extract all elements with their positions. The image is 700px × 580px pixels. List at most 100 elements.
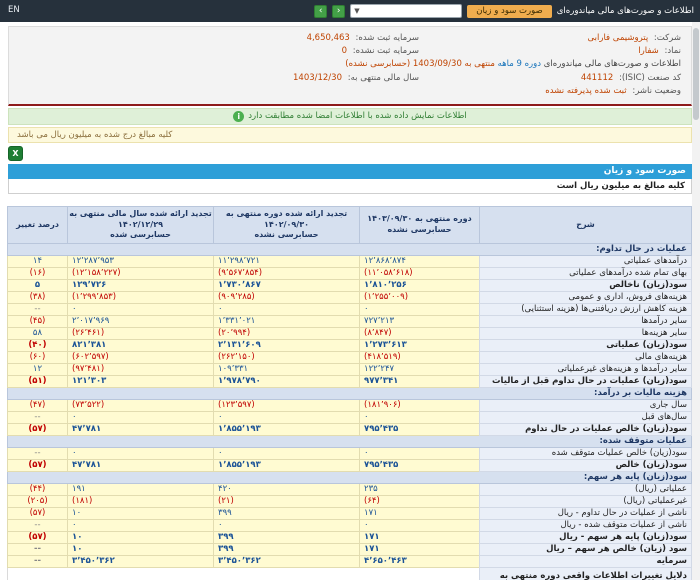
isic-label: کد صنعت (ISIC): [618, 72, 681, 83]
value-cell: (۲۰۵) [7, 495, 68, 509]
cell-value: ۲٬۰۱۷٬۹۶۹ [72, 316, 110, 327]
value-cell: (۱۲۳٬۵۹۷) [213, 399, 360, 413]
prev-statement-button[interactable]: ‹ [332, 4, 346, 18]
language-toggle[interactable]: EN [8, 5, 20, 15]
value-cell: (۸٬۸۴۷) [359, 327, 480, 341]
cell-value: (۲۶۲٬۱۵۰) [218, 352, 255, 363]
value-cell: (۲۶٬۴۶۱) [67, 327, 214, 341]
value-cell: ۱٬۲۷۳٬۶۱۳ [359, 339, 480, 353]
value-cell: ۲٬۰۱۷٬۹۶۹ [67, 315, 214, 329]
registered-capital-label: سرمایه ثبت شده: [355, 33, 419, 43]
value-cell: ۰ [213, 447, 360, 461]
value-cell: ۱۷۱ [359, 531, 480, 545]
cell-value: (۵۱) [28, 376, 47, 387]
symbol-label: نماد: [664, 46, 681, 57]
value-cell: ۴۷٬۷۸۱ [67, 459, 214, 473]
row-label: هزینه‌های مالی [479, 351, 692, 365]
row-label: سود(زیان) عملیات در حال تداوم قبل از مال… [479, 375, 692, 389]
value-cell: (۱٬۲۵۵٬۰۰۹) [359, 291, 480, 305]
value-cell: ۵ [7, 279, 68, 293]
table-row: سود (زیان) خالص هر سهم – ریال ۱۷۱ ۳۹۹ ۱۰ -- [7, 543, 692, 557]
table-row: سرمایه ۴٬۶۵۰٬۴۶۳ ۳٬۴۵۰٬۳۶۲ ۳٬۴۵۰٬۳۶۲ -- [7, 555, 692, 569]
cell-value: ۰ [218, 520, 223, 531]
value-cell: ۹۷۷٬۳۴۱ [359, 375, 480, 389]
cell-value: -- [34, 448, 41, 459]
value-cell: (۶۴) [359, 495, 480, 509]
value-cell: ۰ [67, 519, 214, 533]
table-row: سال جاری (۱۸۱٬۹۰۶) (۱۲۳٬۵۹۷) (۷۳٬۵۲۲) (۴۷) [7, 399, 692, 413]
value-cell: (۲۶۲٬۱۵۰) [213, 351, 360, 365]
value-cell: (۴۵) [7, 315, 68, 329]
cell-value: ۱۰۹٬۳۳۱ [218, 364, 249, 375]
statement-type-chip[interactable]: صورت سود و زیان [467, 4, 552, 18]
report-period: دوره 9 ماهه [497, 59, 542, 70]
value-cell: ۰ [359, 447, 480, 461]
chevron-down-icon: ▼ [354, 7, 360, 15]
cell-value: ۱٬۳۳۱٬۰۲۱ [218, 316, 256, 327]
vertical-scrollbar[interactable] [692, 22, 700, 580]
cell-value: (۱٬۲۵۵٬۰۰۹) [364, 292, 409, 303]
next-statement-button[interactable]: › [314, 4, 328, 18]
cell-value: ۱٬۸۱۰٬۲۵۶ [364, 280, 407, 291]
cell-value: ۲٬۱۳۱٬۶۰۹ [218, 340, 261, 351]
cell-value: -- [33, 544, 42, 555]
table-row: سایر درآمدها ۷۲۷٬۲۱۳ ۱٬۳۳۱٬۰۲۱ ۲٬۰۱۷٬۹۶۹ (۴۵… [7, 315, 692, 329]
value-cell: (۵۷) [7, 423, 68, 437]
row-label: بهای تمام شده درآمدهای عملیاتی [479, 267, 692, 281]
row-label: غیرعملیاتی (ریال) [479, 495, 692, 509]
value-cell: (۱۶) [7, 267, 68, 281]
cell-value: ۰ [364, 520, 369, 531]
cell-value: (۵۷) [28, 424, 47, 435]
row-label: دلایل تغییرات اطلاعات واقعی دوره منتهی ب… [479, 567, 692, 580]
table-row: سال‌های قبل ۰ ۰ ۰ -- [7, 411, 692, 425]
cell-value: ۰ [218, 448, 223, 459]
cell-value: ۸۲۱٬۳۸۱ [72, 340, 107, 351]
value-cell: ۴۲۰ [213, 483, 360, 497]
value-cell: (۶۰) [7, 351, 68, 365]
value-cell: ۰ [213, 303, 360, 317]
cell-value: ۳۹۹ [218, 508, 232, 519]
row-label: ناشی از عملیات در حال تداوم - ریال [479, 507, 692, 521]
cell-value: ۱۲۲٬۲۴۷ [364, 364, 395, 375]
company-info-panel: شرکت: پتروشیمی فارابی سرمایه ثبت شده: 4,… [8, 26, 692, 106]
cell-value: ۱۷۱ [364, 544, 380, 555]
row-label: سرمایه [479, 555, 692, 569]
scrollbar-thumb[interactable] [693, 28, 699, 120]
cell-value: (۱۲٬۱۵۸٬۲۲۷) [72, 268, 121, 279]
cell-value: ۱۲۱٬۳۰۳ [72, 376, 107, 387]
cell-value: (۴۵) [29, 316, 46, 327]
empty-cell [7, 567, 480, 580]
value-cell: (۱۸۱) [67, 495, 214, 509]
value-cell: ۷۹۵٬۴۳۵ [359, 423, 480, 437]
value-cell: ۲٬۱۳۱٬۶۰۹ [213, 339, 360, 353]
table-row: عملیات متوقف شده: [7, 435, 692, 449]
cell-value: (۴۷) [29, 400, 46, 411]
value-cell: ۰ [359, 411, 480, 425]
value-cell: ۴٬۶۵۰٬۴۶۳ [359, 555, 480, 569]
value-cell: ۸۲۱٬۳۸۱ [67, 339, 214, 353]
signed-match-notice: اطلاعات نمایش داده شده با اطلاعات امضا ش… [8, 107, 692, 125]
value-cell: ۰ [67, 411, 214, 425]
cell-value: ۱۰ [72, 544, 83, 555]
statement-combobox[interactable]: ▼ [350, 4, 463, 18]
statement-table: شرح دوره منتهی به ۱۴۰۳/۰۹/۳۰ حسابرسی نشد… [7, 205, 692, 580]
cell-value: -- [33, 556, 42, 567]
cell-value: ۱٬۸۵۵٬۱۹۳ [218, 460, 261, 471]
cell-value: (۵۷) [28, 532, 47, 543]
cell-value: ۷۹۵٬۴۳۵ [364, 460, 399, 471]
info-row: نماد: شفارا سرمایه ثبت نشده: 0 [19, 45, 681, 58]
table-row: هزینه کاهش ارزش دریافتنی‌ها (هزینه استثن… [7, 303, 692, 317]
cell-value: ۳۹۹ [218, 544, 234, 555]
value-cell: ۱۰۹٬۳۳۱ [213, 363, 360, 377]
value-cell: ۲۳۵ [359, 483, 480, 497]
statement-table-body: عملیات در حال تداوم: درآمدهای عملیاتی ۱۲٬۸… [7, 243, 692, 580]
table-row: غیرعملیاتی (ریال) (۶۴) (۲۱) (۱۸۱) (۲۰۵) [7, 495, 692, 509]
cell-value: (۸٬۸۴۷) [364, 328, 392, 339]
value-cell: ۰ [359, 519, 480, 533]
excel-export-button[interactable]: X [8, 145, 23, 161]
value-cell: ۱٬۸۵۵٬۱۹۳ [213, 459, 360, 473]
value-cell: -- [7, 447, 68, 461]
table-row: سود(زیان) عملیات در حال تداوم قبل از مال… [7, 375, 692, 389]
cell-value: (۶۰۲٬۵۹۷) [72, 352, 109, 363]
value-cell: ۳۹۹ [213, 543, 360, 557]
